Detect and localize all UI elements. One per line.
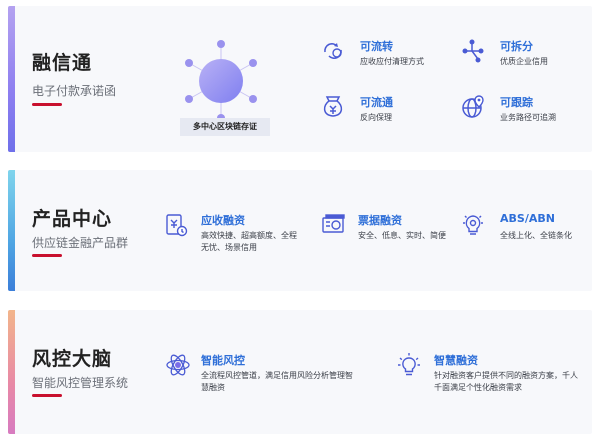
feature-abs-abn: ABS/ABN 全线上化、全链条化 [460,212,590,262]
money-bag-icon [323,96,343,117]
feature-name: 票据融资 [358,214,402,227]
cycle-arrows-icon [324,42,342,60]
title-underline [32,254,62,257]
feature-name: 可流转 [360,40,393,53]
feature-desc: 全流程风控管道，满足信用风险分析管理智慧融资 [201,371,353,392]
feature-desc: 优质企业信用 [500,57,548,66]
section-title: 产品中心 [32,208,113,230]
bulb-icon [398,353,420,376]
globe-pin-icon [462,95,484,118]
feature-name: 智慧融资 [434,354,478,367]
section-stripe [8,6,15,152]
lightbulb-gear-icon [463,215,483,235]
section-stripe [8,310,15,434]
feature-circulable: 可流通 反向保理 [320,94,450,134]
split-nodes-icon [462,39,484,63]
section-title: 融信通 [32,52,93,74]
section-product-center: 产品中心 供应链金融产品群 应收融资 高效快捷、超高额度、全程无忧、场景信用 票… [8,170,592,291]
feature-smart-financing: 智慧融资 针对融资客户提供不同的融资方案，千人千面满足个性化融资需求 [396,352,592,402]
feature-name: 可流通 [360,96,393,109]
feature-splittable: 可拆分 优质企业信用 [460,38,590,78]
feature-desc: 针对融资客户提供不同的融资方案，千人千面满足个性化融资需求 [434,371,578,392]
feature-name: 智能风控 [201,354,245,367]
document-yen-icon [166,214,188,237]
feature-desc: 高效快捷、超高额度、全程无忧、场景信用 [201,231,297,252]
section-title: 风控大脑 [32,348,113,370]
section-subtitle: 智能风控管理系统 [32,376,129,390]
feature-desc: 安全、低息、实时、简便 [358,231,446,240]
feature-trackable: 可跟踪 业务路径可追溯 [460,94,590,134]
feature-transferable: 可流转 应收应付清理方式 [320,38,450,78]
section-rongxintong: 融信通 电子付款承诺函 多中心区块链存证 可流转 应收应付清理方式 可拆分 优质… [8,6,592,152]
feature-name: 可跟踪 [500,96,533,109]
feature-name: ABS/ABN [500,212,555,225]
feature-bill-financing: 票据融资 安全、低息、实时、简便 [320,212,460,262]
blockchain-label: 多中心区块链存证 [180,118,270,136]
feature-receivable-financing: 应收融资 高效快捷、超高额度、全程无忧、场景信用 [163,212,303,262]
feature-desc: 业务路径可追溯 [500,113,556,122]
feature-name: 可拆分 [500,40,533,53]
feature-name: 应收融资 [201,214,245,227]
section-risk-brain: 风控大脑 智能风控管理系统 智能风控 全流程风控管道，满足信用风险分析管理智慧融… [8,310,592,434]
section-subtitle: 供应链金融产品群 [32,236,129,250]
title-underline [32,394,62,397]
bill-icon [322,214,345,233]
atom-icon [166,354,190,376]
blockchain-diagram-icon [185,40,257,122]
section-subtitle: 电子付款承诺函 [32,84,117,98]
feature-smart-risk-control: 智能风控 全流程风控管道，满足信用风险分析管理智慧融资 [165,352,365,402]
section-stripe [8,170,15,291]
feature-desc: 反向保理 [360,113,392,122]
title-underline [32,103,62,106]
feature-desc: 全线上化、全链条化 [500,231,572,240]
feature-desc: 应收应付清理方式 [360,57,424,66]
